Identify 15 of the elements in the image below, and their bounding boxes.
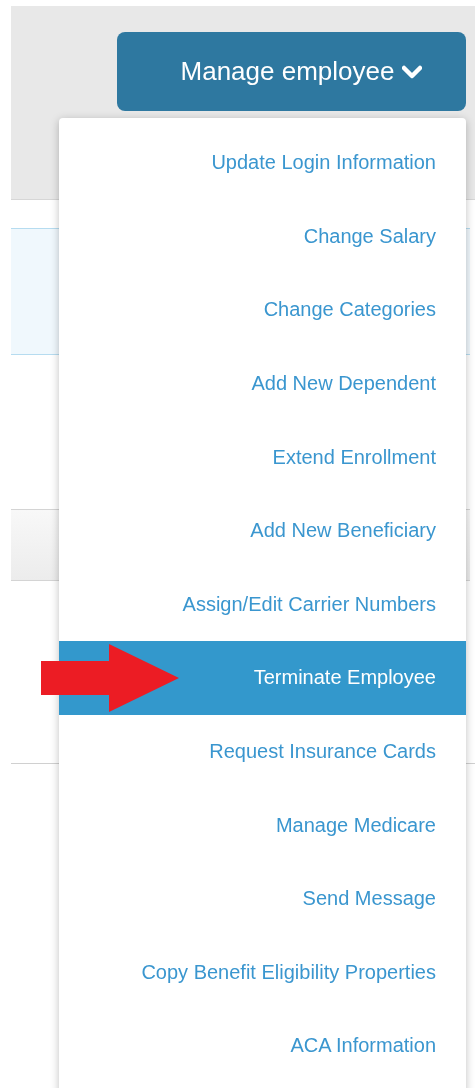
menu-item[interactable]: Manage Medicare bbox=[59, 788, 466, 862]
menu-item[interactable]: Add New Beneficiary bbox=[59, 493, 466, 568]
menu-item[interactable]: Copy Benefit Eligibility Properties bbox=[59, 935, 466, 1010]
menu-item[interactable]: Request Insurance Cards bbox=[59, 714, 466, 789]
menu-item[interactable]: Send Message bbox=[59, 861, 466, 936]
arrow-icon bbox=[41, 644, 179, 713]
menu-item[interactable]: Add New Dependent bbox=[59, 346, 466, 421]
menu-item[interactable]: Change Categories bbox=[59, 273, 466, 347]
menu-item[interactable]: Assign/Edit Carrier Numbers bbox=[59, 567, 466, 642]
chevron-icon bbox=[402, 64, 423, 79]
menu-item[interactable]: Change Salary bbox=[59, 199, 466, 274]
manage-employee-button[interactable]: Manage employee bbox=[117, 32, 466, 111]
menu-item[interactable]: Update Login Information bbox=[59, 126, 466, 200]
menu-item[interactable]: Extend Enrollment bbox=[59, 420, 466, 494]
menu-item[interactable]: ACA Information bbox=[59, 1009, 466, 1083]
